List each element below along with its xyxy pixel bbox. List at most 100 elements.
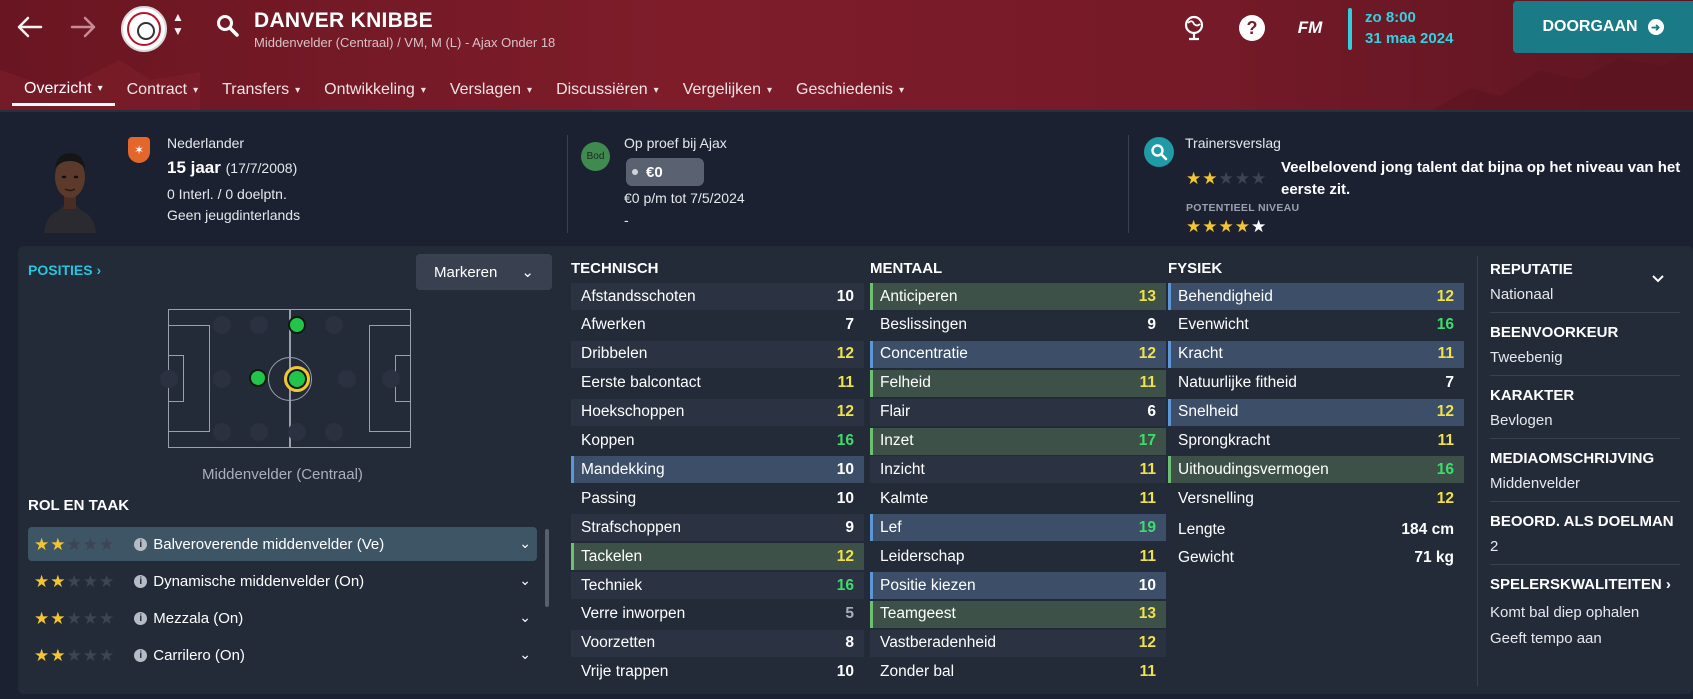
attribute-row[interactable]: Afstandsschoten 10: [571, 283, 864, 310]
attribute-row[interactable]: Techniek 16: [571, 572, 864, 599]
attribute-row[interactable]: Beslissingen 9: [870, 312, 1166, 339]
scout-report-icon[interactable]: [1144, 137, 1174, 167]
info-icon[interactable]: i: [134, 611, 148, 625]
back-button[interactable]: [15, 12, 45, 42]
attribute-row[interactable]: Tackelen 12: [571, 543, 864, 571]
attribute-row[interactable]: Felheid 11: [870, 369, 1166, 397]
mark-dropdown[interactable]: Markeren ⌄: [416, 254, 552, 290]
media-value: Middenvelder: [1490, 475, 1581, 492]
player-traits-link[interactable]: SPELERSKWALITEITEN ›: [1490, 576, 1671, 593]
role-stars: ★ ★ ★ ★ ★: [34, 645, 115, 665]
attribute-row[interactable]: Inzicht 11: [870, 456, 1166, 484]
attribute-row[interactable]: Koppen 16: [571, 428, 864, 455]
attribute-row[interactable]: Teamgeest 13: [870, 600, 1166, 628]
role-row[interactable]: ★ ★ ★ ★ ★ i Balveroverende middenvelder (Ve)…: [28, 527, 537, 561]
attribute-row[interactable]: Kracht 11: [1168, 340, 1464, 368]
attribute-row[interactable]: Positie kiezen 10: [870, 572, 1166, 599]
attribute-row[interactable]: Natuurlijke fitheid 7: [1168, 370, 1464, 397]
tab-history[interactable]: Geschiedenis ▾: [784, 74, 916, 106]
wage: €0 p/m tot 7/5/2024: [624, 190, 745, 206]
attribute-row[interactable]: Verre inworpen 5: [571, 601, 864, 628]
chevron-down-icon[interactable]: ⌄: [519, 572, 531, 589]
attribute-row[interactable]: Vastberadenheid 12: [870, 629, 1166, 657]
bid-badge[interactable]: Bod: [581, 142, 610, 171]
attribute-name: Zonder bal: [880, 663, 955, 681]
continue-button[interactable]: DOORGAAN ➜: [1513, 1, 1693, 53]
game-time[interactable]: zo 8:00: [1365, 9, 1416, 26]
attribute-row[interactable]: Dribbelen 12: [571, 340, 864, 368]
attribute-row[interactable]: Mandekking 10: [571, 456, 864, 484]
arrow-circle-icon: ➜: [1647, 19, 1664, 35]
side-separator: [1490, 375, 1680, 376]
attribute-row[interactable]: Vrije trappen 10: [571, 659, 864, 686]
search-icon[interactable]: [216, 14, 240, 38]
attribute-row[interactable]: Lef 19: [870, 514, 1166, 542]
role-row[interactable]: ★ ★ ★ ★ ★ i Dynamische middenvelder (On) ⌄: [28, 564, 537, 598]
attribute-row[interactable]: Afwerken 7: [571, 312, 864, 339]
info-icon[interactable]: i: [134, 574, 148, 588]
attribute-row[interactable]: Kalmte 11: [870, 485, 1166, 512]
attribute-value: 12: [1436, 287, 1454, 305]
player-switcher[interactable]: ▲ ▼: [172, 10, 184, 38]
tab-transfers[interactable]: Transfers ▾: [210, 74, 312, 106]
help-button[interactable]: ?: [1238, 14, 1266, 42]
goalkeeper-rating-value: 2: [1490, 538, 1499, 555]
attribute-value: 7: [1445, 374, 1454, 392]
attribute-row[interactable]: Flair 6: [870, 398, 1166, 426]
roles-scrollbar[interactable]: [545, 529, 549, 607]
positions-link[interactable]: POSITIES ›: [28, 262, 101, 278]
attribute-name: Dribbelen: [581, 345, 648, 363]
attribute-value: 16: [836, 432, 854, 449]
info-icon[interactable]: i: [134, 648, 148, 662]
attribute-row[interactable]: Eerste balcontact 11: [571, 370, 864, 397]
game-date[interactable]: 31 maa 2024: [1365, 30, 1453, 47]
chevron-down-icon[interactable]: [1650, 272, 1666, 284]
chevron-down-icon[interactable]: ▼: [172, 24, 184, 38]
position-dot: [325, 423, 343, 441]
attribute-row[interactable]: Hoekschoppen 12: [571, 398, 864, 426]
tab-contract[interactable]: Contract ▾: [115, 74, 211, 106]
attribute-row[interactable]: Strafschoppen 9: [571, 514, 864, 542]
tab-discuss[interactable]: Discussiëren ▾: [544, 74, 671, 106]
position-dot: [382, 370, 400, 388]
attribute-name: Koppen: [581, 432, 635, 449]
fm-menu-button[interactable]: FM: [1296, 14, 1324, 42]
attribute-row[interactable]: Versnelling 12: [1168, 485, 1464, 512]
attribute-row[interactable]: Concentratie 12: [870, 340, 1166, 368]
club-logo[interactable]: [121, 6, 167, 52]
value-pill[interactable]: €0: [626, 158, 704, 186]
info-icon[interactable]: i: [134, 537, 148, 551]
position-dot-natural: [249, 369, 267, 387]
role-row[interactable]: ★ ★ ★ ★ ★ i Mezzala (On) ⌄: [28, 601, 537, 635]
attribute-row[interactable]: Passing 10: [571, 485, 864, 512]
attribute-row[interactable]: Leiderschap 11: [870, 543, 1166, 570]
tab-reports[interactable]: Verslagen ▾: [438, 74, 544, 106]
position-dot: [213, 370, 231, 388]
chevron-down-icon[interactable]: ⌄: [519, 646, 531, 663]
chevron-up-icon[interactable]: ▲: [172, 10, 184, 24]
attribute-row[interactable]: Anticiperen 13: [870, 283, 1166, 310]
attribute-value: 12: [836, 547, 854, 565]
role-row[interactable]: ★ ★ ★ ★ ★ i Carrilero (On) ⌄: [28, 638, 537, 672]
forward-button[interactable]: [68, 12, 98, 42]
attribute-value: 12: [1138, 345, 1156, 363]
attribute-row[interactable]: Inzet 17: [870, 427, 1166, 455]
attribute-row[interactable]: Zonder bal 11: [870, 659, 1166, 686]
globe-icon[interactable]: [1180, 14, 1208, 42]
attribute-row[interactable]: Behendigheid 12: [1168, 283, 1464, 310]
attribute-row[interactable]: Sprongkracht 11: [1168, 428, 1464, 455]
attribute-row[interactable]: Evenwicht 16: [1168, 312, 1464, 339]
attribute-row[interactable]: Snelheid 12: [1168, 398, 1464, 426]
attribute-name: Concentratie: [880, 345, 968, 363]
attribute-row[interactable]: Uithoudingsvermogen 16: [1168, 456, 1464, 484]
attribute-name: Strafschoppen: [581, 518, 681, 536]
mental-title: MENTAAL: [870, 260, 943, 277]
attribute-row[interactable]: Voorzetten 8: [571, 629, 864, 657]
tab-overview[interactable]: Overzicht ▾: [12, 74, 115, 106]
tab-bar: Overzicht ▾ Contract ▾ Transfers ▾ Ontwikke…: [12, 74, 916, 108]
chevron-down-icon[interactable]: ⌄: [519, 609, 531, 626]
tab-compare[interactable]: Vergelijken ▾: [671, 74, 784, 106]
attribute-name: Behendigheid: [1178, 287, 1273, 305]
tab-development[interactable]: Ontwikkeling ▾: [312, 74, 438, 106]
chevron-down-icon[interactable]: ⌄: [519, 535, 531, 552]
